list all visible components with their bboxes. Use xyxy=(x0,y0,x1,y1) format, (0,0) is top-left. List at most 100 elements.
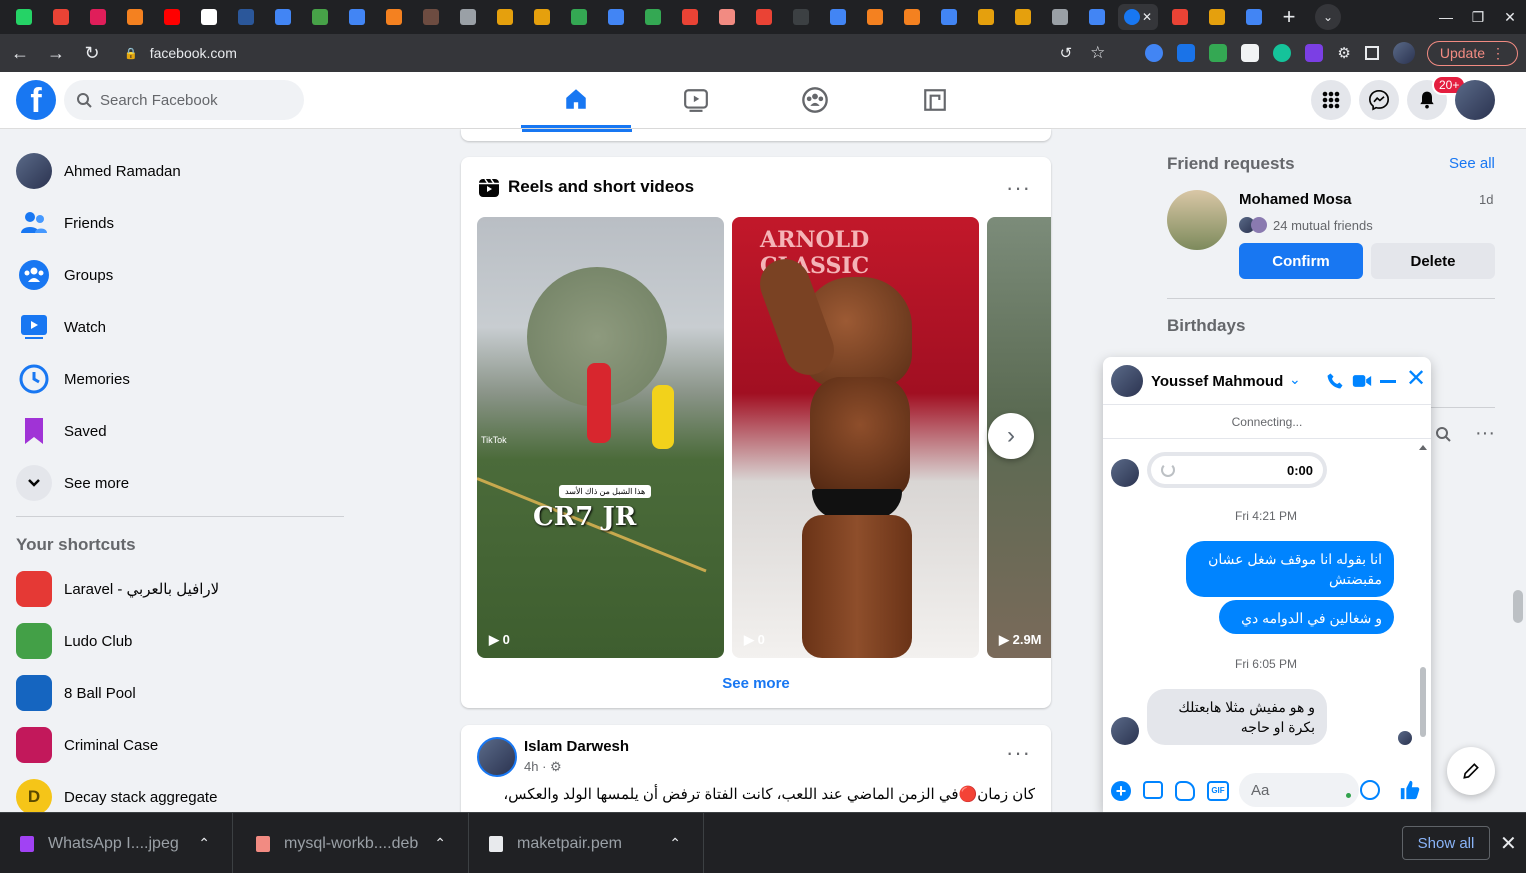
reload-icon[interactable]: ↻ xyxy=(76,43,108,64)
reel-thumbnail[interactable]: ARNOLD CLASSIC ▶ 0 xyxy=(732,217,979,658)
tab-groups[interactable] xyxy=(760,72,870,128)
download-item[interactable]: maketpair.pem ⌃ xyxy=(469,813,704,873)
browser-tab[interactable] xyxy=(1201,4,1232,30)
sidebar-item-watch[interactable]: Watch xyxy=(16,301,346,353)
contacts-search-icon[interactable] xyxy=(1435,426,1451,446)
show-all-downloads-button[interactable]: Show all xyxy=(1402,826,1490,860)
post-more-icon[interactable]: ··· xyxy=(1006,740,1031,766)
shortcut-item[interactable]: Criminal Case xyxy=(16,719,346,771)
chat-header[interactable]: Youssef Mahmoud ⌄ ✕ xyxy=(1103,357,1431,405)
requester-name[interactable]: Mohamed Mosa xyxy=(1239,191,1352,208)
close-tab-icon[interactable]: ✕ xyxy=(1142,10,1152,24)
browser-tab[interactable] xyxy=(896,4,927,30)
shortcut-item[interactable]: Ludo Club xyxy=(16,615,346,667)
address-text[interactable]: facebook.com xyxy=(150,45,237,61)
shortcut-item[interactable]: 8 Ball Pool xyxy=(16,667,346,719)
browser-tab[interactable] xyxy=(156,4,187,30)
sticker-icon[interactable] xyxy=(1175,781,1195,801)
post-author-avatar[interactable] xyxy=(477,737,517,777)
extension-icon[interactable] xyxy=(1177,44,1196,62)
browser-tab[interactable] xyxy=(1081,4,1112,30)
chat-avatar[interactable] xyxy=(1111,365,1143,397)
tab-home[interactable] xyxy=(521,72,631,128)
browser-tab[interactable] xyxy=(1238,4,1269,30)
browser-tab[interactable] xyxy=(267,4,298,30)
browser-tab[interactable] xyxy=(822,4,853,30)
chat-name[interactable]: Youssef Mahmoud xyxy=(1151,373,1283,390)
facebook-logo[interactable]: f xyxy=(16,80,56,120)
gif-icon[interactable]: GIF xyxy=(1207,781,1229,801)
minimize-window-icon[interactable]: — xyxy=(1430,9,1462,26)
chevron-up-icon[interactable]: ⌃ xyxy=(198,835,210,852)
browser-tab[interactable] xyxy=(8,4,39,30)
browser-tab[interactable] xyxy=(489,4,520,30)
close-downloads-icon[interactable]: ✕ xyxy=(1500,831,1517,856)
address-bar[interactable]: 🔒 facebook.com xyxy=(124,39,237,67)
browser-tab[interactable] xyxy=(304,4,335,30)
account-avatar[interactable] xyxy=(1455,80,1495,120)
like-icon[interactable] xyxy=(1399,779,1421,801)
browser-tab-active[interactable]: ✕ xyxy=(1118,4,1158,30)
messenger-button[interactable] xyxy=(1359,80,1399,120)
browser-tab[interactable] xyxy=(859,4,890,30)
shortcut-item[interactable]: Laravel - لارافيل بالعربي xyxy=(16,563,346,615)
page-scrollbar[interactable] xyxy=(1513,590,1523,623)
browser-tab[interactable] xyxy=(1044,4,1075,30)
browser-tab[interactable] xyxy=(526,4,557,30)
minimize-icon[interactable] xyxy=(1380,380,1396,383)
post-author[interactable]: Islam Darwesh xyxy=(524,738,629,755)
contacts-more-icon[interactable]: ··· xyxy=(1475,422,1495,445)
profile-avatar[interactable] xyxy=(1392,42,1415,64)
sidebar-item-groups[interactable]: Groups xyxy=(16,249,346,301)
plus-icon[interactable]: + xyxy=(1111,781,1131,801)
share-icon[interactable]: ↺ xyxy=(1060,44,1073,62)
sidebar-item-memories[interactable]: Memories xyxy=(16,353,346,405)
browser-tab[interactable] xyxy=(933,4,964,30)
browser-tab[interactable] xyxy=(711,4,742,30)
browser-tab[interactable] xyxy=(378,4,409,30)
forward-icon[interactable]: → xyxy=(40,43,72,64)
browser-tab[interactable] xyxy=(674,4,705,30)
emoji-icon[interactable] xyxy=(1360,780,1380,800)
next-reels-button[interactable]: › xyxy=(988,413,1034,459)
confirm-button[interactable]: Confirm xyxy=(1239,243,1363,279)
browser-tab[interactable] xyxy=(82,4,113,30)
grammarly-icon[interactable] xyxy=(1273,44,1292,62)
tab-watch[interactable] xyxy=(641,72,751,128)
reels-see-more[interactable]: See more xyxy=(461,675,1051,692)
phone-icon[interactable] xyxy=(1326,372,1344,390)
video-call-icon[interactable] xyxy=(1352,372,1372,390)
chevron-up-icon[interactable]: ⌃ xyxy=(434,835,446,852)
tab-gaming[interactable] xyxy=(880,72,990,128)
back-icon[interactable]: ← xyxy=(4,43,36,64)
sidebar-item-see-more[interactable]: See more xyxy=(16,457,346,509)
outgoing-message[interactable]: انا بقوله انا موقف شغل عشان مقبضتش xyxy=(1186,541,1394,597)
chevron-up-icon[interactable]: ⌃ xyxy=(669,835,681,852)
browser-tab[interactable] xyxy=(970,4,1001,30)
search-input[interactable]: Search Facebook xyxy=(64,80,304,120)
reel-thumbnail[interactable]: TikTok هذا الشبل من ذاك الأسد CR7 JR ▶ 0 xyxy=(477,217,724,658)
extensions-puzzle-icon[interactable]: ⚙ xyxy=(1337,44,1350,62)
close-icon[interactable]: ✕ xyxy=(1406,367,1426,391)
download-item[interactable]: mysql-workb....deb ⌃ xyxy=(236,813,469,873)
browser-tab[interactable] xyxy=(193,4,224,30)
delete-button[interactable]: Delete xyxy=(1371,243,1495,279)
sidebar-item-friends[interactable]: Friends xyxy=(16,197,346,249)
sidebar-item-ahmed-ramadan[interactable]: Ahmed Ramadan xyxy=(16,145,346,197)
update-button[interactable]: Update ⋮ xyxy=(1426,40,1518,66)
more-options-icon[interactable]: ··· xyxy=(1006,175,1031,201)
new-tab-button[interactable]: + xyxy=(1275,4,1303,30)
browser-tab[interactable] xyxy=(1007,4,1038,30)
new-message-button[interactable] xyxy=(1447,747,1495,795)
chat-scrollbar[interactable] xyxy=(1419,445,1427,745)
browser-tab[interactable] xyxy=(563,4,594,30)
extension-icon[interactable] xyxy=(1209,44,1228,62)
browser-tab[interactable] xyxy=(452,4,483,30)
message-input[interactable]: Aa xyxy=(1239,773,1359,807)
browser-tab[interactable] xyxy=(1164,4,1195,30)
side-panel-icon[interactable] xyxy=(1364,46,1379,60)
friend-requests-see-all[interactable]: See all xyxy=(1449,155,1495,172)
post-time[interactable]: 4h · xyxy=(524,759,546,774)
browser-tab[interactable] xyxy=(119,4,150,30)
browser-tab[interactable] xyxy=(785,4,816,30)
